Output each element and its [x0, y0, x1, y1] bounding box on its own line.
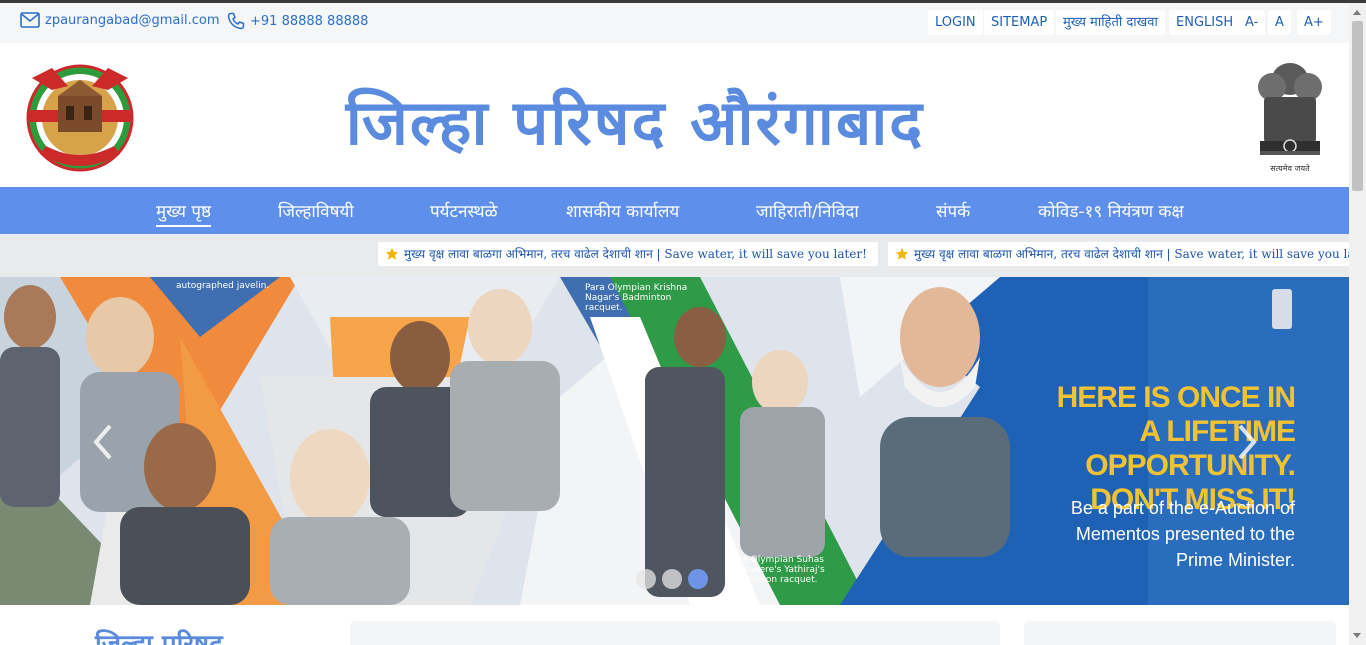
scroll-up-arrow[interactable] [1353, 10, 1361, 15]
phone-contact[interactable]: +91 88888 88888 [227, 12, 368, 30]
site-title: जिल्हा परिषद औरंगाबाद [345, 86, 925, 159]
nav-covid-control-room[interactable]: कोविड-१९ नियंत्रण कक्ष [1038, 199, 1184, 222]
phone-icon [227, 12, 245, 30]
carousel-next-arrow[interactable] [1232, 422, 1262, 462]
page-scrollbar[interactable] [1349, 3, 1366, 645]
nav-advertisements-tenders[interactable]: जाहिराती/निविदा [756, 199, 859, 222]
nav-about-district[interactable]: जिल्हाविषयी [278, 199, 354, 222]
image-carousel[interactable]: autographed javelin. Para Olympian Krish… [0, 277, 1349, 605]
font-reset-button[interactable]: A [1268, 10, 1291, 35]
slide-caption-racquet: Para Olympian Krishna Nagar's Badminton … [585, 283, 688, 313]
national-emblem [1258, 63, 1322, 155]
scroll-thumb[interactable] [1352, 21, 1363, 191]
emblem-caption: सत्यमेव जयते [1270, 164, 1310, 173]
star-icon [895, 247, 909, 260]
envelope-icon [20, 12, 40, 28]
ticker-text: मुख्य वृक्ष लावा बाळगा अभिमान, तरच वाढेल… [404, 247, 867, 261]
sitemap-link[interactable]: SITEMAP [984, 10, 1055, 35]
ticker-item[interactable]: मुख्य वृक्ष लावा बाळगा अभिमान, तरच वाढेल… [378, 242, 878, 266]
content-panel [350, 621, 1000, 645]
phone-text[interactable]: +91 88888 88888 [250, 14, 368, 29]
news-ticker: मुख्य वृक्ष लावा बाळगा अभिमान, तरच वाढेल… [0, 234, 1349, 277]
main-info-link[interactable]: मुख्य माहिती दाखवा [1056, 10, 1165, 35]
site-header: जिल्हा परिषद औरंगाबाद सत्यमेव जयते [0, 43, 1349, 187]
carousel-dot-3[interactable] [688, 569, 708, 589]
nav-tourist-places[interactable]: पर्यटनस्थळे [430, 199, 498, 222]
font-decrease-button[interactable]: A- [1238, 10, 1266, 35]
page: zpaurangabad@gmail.com +91 88888 88888 L… [0, 0, 1366, 645]
email-text[interactable]: zpaurangabad@gmail.com [45, 13, 220, 28]
nav-home[interactable]: मुख्य पृष्ठ [156, 199, 212, 227]
top-utility-bar: zpaurangabad@gmail.com +91 88888 88888 L… [0, 3, 1349, 43]
login-link[interactable]: LOGIN [928, 10, 983, 35]
nav-contact[interactable]: संपर्क [936, 199, 970, 222]
star-icon [385, 247, 399, 260]
email-contact[interactable]: zpaurangabad@gmail.com [20, 12, 220, 28]
slide-caption-badminton: Para Olympian Suhas Lalinakere's Yathira… [728, 555, 825, 585]
carousel-prev-arrow[interactable] [88, 422, 118, 462]
side-panel [1024, 621, 1336, 645]
carousel-dot-1[interactable] [636, 569, 656, 589]
main-navigation: मुख्य पृष्ठ जिल्हाविषयी पर्यटनस्थळे शासक… [0, 187, 1349, 234]
english-language-link[interactable]: ENGLISH [1169, 10, 1241, 35]
scroll-down-arrow[interactable] [1353, 633, 1361, 638]
font-increase-button[interactable]: A+ [1297, 10, 1331, 35]
ticker-item[interactable]: मुख्य वृक्ष लावा बाळगा अभिमान, तरच वाढेल… [888, 242, 1349, 266]
ticker-text: मुख्य वृक्ष लावा बाळगा अभिमान, तरच वाढेल… [914, 247, 1349, 261]
slide-caption-javelin: autographed javelin. [176, 281, 270, 291]
carousel-dot-2[interactable] [662, 569, 682, 589]
nav-government-offices[interactable]: शासकीय कार्यालय [566, 199, 679, 222]
carousel-indicators [636, 569, 708, 589]
zp-logo[interactable] [22, 58, 138, 178]
banner-subtext: Be a part of the e-Auction of Mementos p… [1070, 498, 1295, 570]
section-title: जिल्हा परिषद [95, 630, 223, 645]
